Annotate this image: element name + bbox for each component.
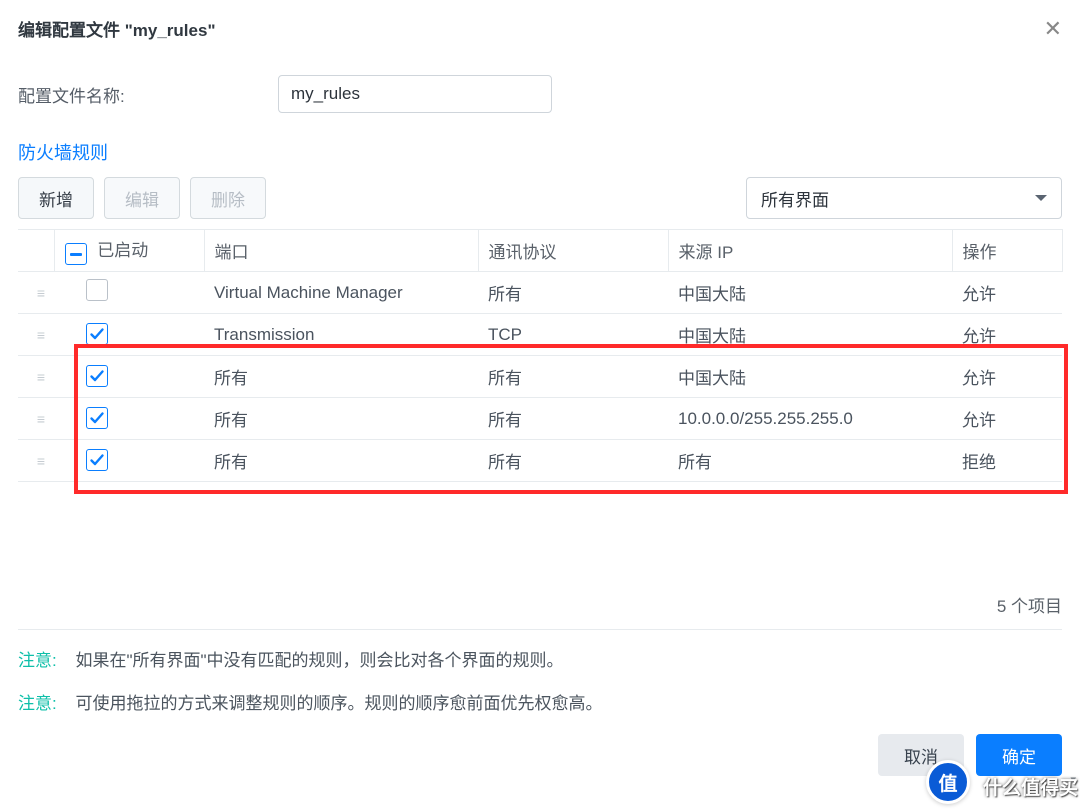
- profile-name-label: 配置文件名称:: [18, 82, 278, 107]
- note-label: 注意:: [18, 694, 57, 713]
- drag-handle-icon[interactable]: ≡: [28, 369, 54, 385]
- cell-protocol: 所有: [478, 356, 668, 398]
- footer: 取消 确定: [18, 734, 1062, 776]
- cell-protocol: 所有: [478, 272, 668, 314]
- cell-action: 允许: [952, 272, 1062, 314]
- cell-port: Transmission: [204, 314, 478, 356]
- add-button[interactable]: 新增: [18, 177, 94, 219]
- cell-source: 中国大陆: [668, 314, 952, 356]
- cell-protocol: 所有: [478, 398, 668, 440]
- col-source-header[interactable]: 来源 IP: [668, 230, 952, 272]
- watermark-badge-icon: 值: [926, 760, 970, 804]
- cell-source: 中国大陆: [668, 272, 952, 314]
- edit-profile-dialog: 编辑配置文件 "my_rules" ✕ 配置文件名称: 防火墙规则 新增 编辑 …: [0, 0, 1080, 810]
- notes: 注意: 如果在"所有界面"中没有匹配的规则，则会比对各个界面的规则。 注意: 可…: [18, 646, 1062, 714]
- table-header-row: 已启动 端口 通讯协议 来源 IP 操作: [18, 230, 1062, 272]
- row-checkbox[interactable]: [86, 365, 108, 387]
- drag-handle-icon[interactable]: ≡: [28, 453, 54, 469]
- rules-table: 已启动 端口 通讯协议 来源 IP 操作 ≡ Virtual Machine Ma…: [18, 229, 1063, 482]
- drag-handle-icon[interactable]: ≡: [28, 327, 54, 343]
- col-port-header[interactable]: 端口: [204, 230, 478, 272]
- row-checkbox[interactable]: [86, 323, 108, 345]
- col-protocol-header[interactable]: 通讯协议: [478, 230, 668, 272]
- cell-source: 10.0.0.0/255.255.255.0: [668, 398, 952, 440]
- chevron-down-icon: [1035, 195, 1047, 201]
- cell-protocol: 所有: [478, 440, 668, 482]
- note-label: 注意:: [18, 651, 57, 670]
- cell-port: Virtual Machine Manager: [204, 272, 478, 314]
- drag-handle-icon[interactable]: ≡: [28, 285, 54, 301]
- dialog-title: 编辑配置文件 "my_rules": [18, 16, 216, 41]
- table-row[interactable]: ≡所有所有10.0.0.0/255.255.255.0允许: [18, 398, 1062, 440]
- delete-button: 删除: [190, 177, 266, 219]
- note-line-1: 如果在"所有界面"中没有匹配的规则，则会比对各个界面的规则。: [75, 651, 563, 670]
- row-checkbox[interactable]: [86, 279, 108, 301]
- col-action-header[interactable]: 操作: [952, 230, 1062, 272]
- cell-port: 所有: [204, 398, 478, 440]
- table-row[interactable]: ≡所有所有所有拒绝: [18, 440, 1062, 482]
- drag-handle-icon[interactable]: ≡: [28, 411, 54, 427]
- header-checkbox-indeterminate[interactable]: [65, 243, 87, 265]
- close-icon[interactable]: ✕: [1044, 18, 1062, 40]
- item-count: 5 个项目: [18, 592, 1062, 630]
- profile-name-row: 配置文件名称:: [18, 75, 1062, 113]
- cell-port: 所有: [204, 356, 478, 398]
- cell-action: 允许: [952, 314, 1062, 356]
- cell-source: 中国大陆: [668, 356, 952, 398]
- cell-action: 允许: [952, 398, 1062, 440]
- watermark-text: 什么值得买: [983, 773, 1078, 800]
- firewall-rules-title: 防火墙规则: [18, 139, 1062, 165]
- col-enabled-header[interactable]: 已启动: [54, 230, 204, 272]
- titlebar: 编辑配置文件 "my_rules" ✕: [18, 16, 1062, 57]
- cell-protocol: TCP: [478, 314, 668, 356]
- cell-port: 所有: [204, 440, 478, 482]
- row-checkbox[interactable]: [86, 407, 108, 429]
- interface-dropdown-value: 所有界面: [761, 186, 829, 211]
- cell-action: 拒绝: [952, 440, 1062, 482]
- edit-button: 编辑: [104, 177, 180, 219]
- table-row[interactable]: ≡ Virtual Machine Manager所有中国大陆允许: [18, 272, 1062, 314]
- table-row[interactable]: ≡所有所有中国大陆允许: [18, 356, 1062, 398]
- ok-button[interactable]: 确定: [976, 734, 1062, 776]
- row-checkbox[interactable]: [86, 449, 108, 471]
- col-handle-header: [18, 230, 54, 272]
- profile-name-field[interactable]: [278, 75, 552, 113]
- note-line-2: 可使用拖拉的方式来调整规则的顺序。规则的顺序愈前面优先权愈高。: [75, 694, 602, 713]
- table-row[interactable]: ≡ TransmissionTCP中国大陆允许: [18, 314, 1062, 356]
- cell-action: 允许: [952, 356, 1062, 398]
- interface-dropdown[interactable]: 所有界面: [746, 177, 1062, 219]
- rules-toolbar: 新增 编辑 删除 所有界面: [18, 177, 1062, 219]
- cell-source: 所有: [668, 440, 952, 482]
